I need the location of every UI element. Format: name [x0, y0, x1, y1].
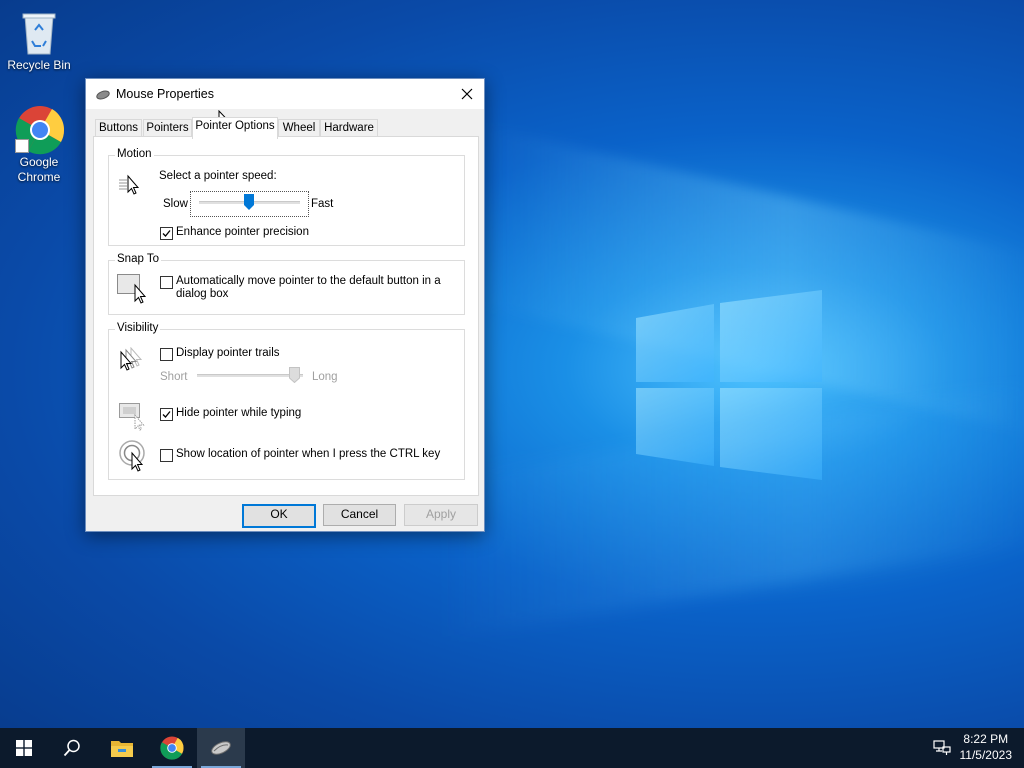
title-bar[interactable]: Mouse Properties — [86, 79, 484, 109]
visibility-legend: Visibility — [115, 322, 161, 334]
tab-pointer-options[interactable]: Pointer Options — [192, 117, 278, 139]
desktop-icon-label: Chrome — [17, 170, 61, 184]
desktop-icon-label: Recycle Bin — [7, 58, 71, 72]
pointer-speed-icon — [119, 174, 145, 201]
file-explorer-icon — [111, 741, 133, 757]
system-clock[interactable]: 8:22 PM 11/5/2023 — [960, 731, 1013, 763]
mouse-icon — [96, 89, 110, 100]
enhance-precision-checkbox[interactable] — [160, 227, 173, 240]
taskbar-file-explorer[interactable] — [98, 728, 146, 768]
motion-group: Motion Select a pointer speed: Slow Fast… — [108, 148, 465, 246]
snap-to-checkbox[interactable] — [160, 276, 173, 289]
cancel-button[interactable]: Cancel — [323, 504, 396, 526]
apply-button[interactable]: Apply — [404, 504, 478, 526]
close-button[interactable] — [450, 79, 484, 109]
mouse-properties-dialog: Mouse Properties Buttons Pointers Pointe… — [85, 78, 485, 532]
start-icon — [16, 740, 32, 756]
pointer-speed-label: Select a pointer speed: — [159, 170, 277, 182]
clock-date: 11/5/2023 — [959, 748, 1013, 762]
hide-pointer-checkbox[interactable] — [160, 408, 173, 421]
short-label: Short — [160, 371, 188, 383]
hide-pointer-icon — [119, 403, 147, 434]
pointer-options-panel: Motion Select a pointer speed: Slow Fast… — [93, 136, 479, 496]
taskbar-chrome[interactable] — [148, 728, 196, 768]
desktop-icon-recycle-bin[interactable]: Recycle Bin — [1, 8, 77, 73]
close-icon — [461, 88, 473, 100]
motion-legend: Motion — [115, 148, 154, 160]
trails-slider-track — [197, 374, 303, 377]
pointer-trails-icon — [117, 346, 149, 376]
pointer-speed-slider[interactable] — [190, 191, 309, 217]
shortcut-arrow-icon — [15, 139, 29, 153]
enhance-precision-label[interactable]: Enhance pointer precision — [176, 226, 309, 238]
show-location-icon — [119, 440, 149, 475]
show-location-checkbox[interactable] — [160, 449, 173, 462]
network-icon[interactable] — [933, 740, 951, 761]
start-button[interactable] — [0, 728, 48, 768]
hide-pointer-label[interactable]: Hide pointer while typing — [176, 407, 301, 419]
slider-thumb[interactable] — [244, 194, 254, 210]
pointer-trails-checkbox[interactable] — [160, 348, 173, 361]
slow-label: Slow — [163, 198, 188, 210]
visibility-group: Visibility Display pointer trails Short … — [108, 322, 465, 480]
recycle-bin-icon — [15, 8, 63, 56]
checkmark-icon — [162, 230, 171, 237]
long-label: Long — [312, 371, 338, 383]
ok-button[interactable]: OK — [242, 504, 316, 528]
desktop-icon-label: Google — [19, 155, 59, 169]
chrome-icon — [15, 105, 65, 155]
mouse-properties-icon — [211, 741, 231, 755]
dialog-title: Mouse Properties — [116, 87, 214, 101]
search-button[interactable] — [48, 728, 96, 768]
snap-to-label[interactable]: Automatically move pointer to the defaul… — [176, 275, 441, 287]
snap-to-legend: Snap To — [115, 253, 161, 265]
taskbar-mouse-properties[interactable] — [197, 728, 245, 768]
windows-logo-wallpaper — [636, 290, 823, 480]
show-location-label[interactable]: Show location of pointer when I press th… — [176, 448, 440, 460]
snap-to-label-continued[interactable]: dialog box — [176, 288, 228, 300]
checkmark-icon — [162, 411, 171, 418]
chrome-icon — [160, 736, 184, 760]
pointer-trails-label[interactable]: Display pointer trails — [176, 347, 280, 359]
desktop-icon-google-chrome[interactable]: Google Chrome — [1, 105, 77, 185]
clock-time: 8:22 PM — [963, 732, 1009, 746]
trails-slider-thumb — [289, 367, 300, 386]
search-icon — [63, 739, 80, 757]
snap-to-group: Snap To Automatically move pointer to th… — [108, 253, 465, 315]
snap-to-icon — [117, 274, 149, 307]
taskbar: 8:22 PM 11/5/2023 — [0, 728, 1024, 768]
fast-label: Fast — [311, 198, 334, 210]
